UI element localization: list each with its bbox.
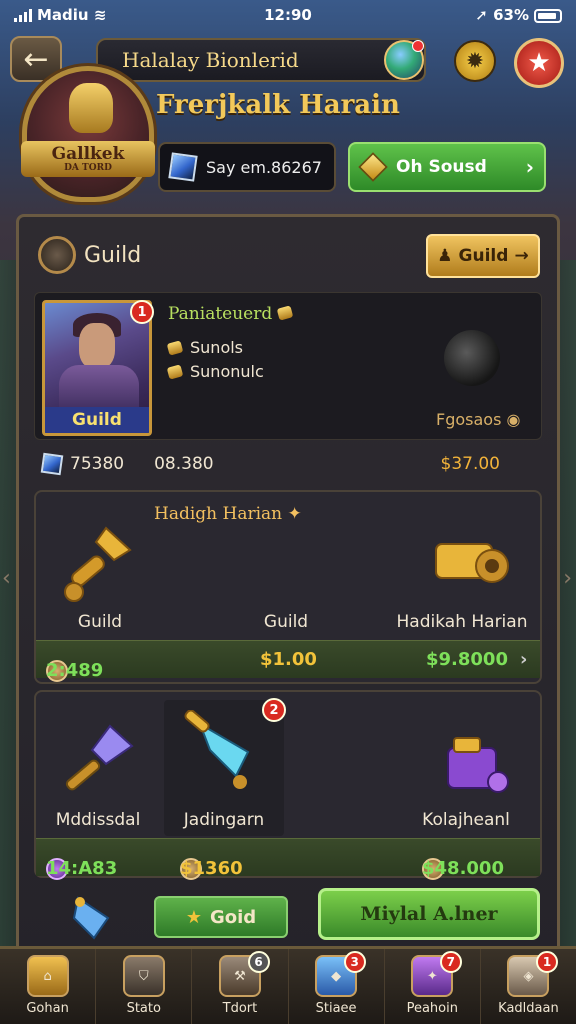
notification-dot: [412, 40, 424, 52]
sparkle-icon: ✦: [287, 504, 302, 524]
dark-orb-icon: [444, 330, 500, 386]
member-line-1: Sunols: [166, 338, 243, 357]
page-title-bar: Halalay Bionlerid: [96, 38, 426, 82]
golden-axe-icon: [64, 526, 132, 602]
item-badge: 2: [262, 698, 286, 722]
item-name-5: Jadingarn: [183, 810, 265, 830]
nav-badge: 3: [343, 951, 366, 973]
gold-gem-icon: [358, 152, 388, 182]
gear-icon: ✹: [465, 48, 485, 74]
nav-stats[interactable]: ⛉ Stato: [96, 949, 193, 1024]
portrait-badge: 1: [130, 300, 154, 324]
location-icon: ➚: [475, 6, 488, 24]
member-rank: Fgosaos ◉: [436, 410, 521, 429]
shield-icon: ⛉: [122, 955, 165, 997]
panel-title: Guild: [38, 236, 141, 274]
arrow-right-icon: →: [514, 246, 529, 266]
house-icon: ⌂: [26, 955, 69, 997]
portrait-label: Guild: [45, 407, 149, 433]
big-action-button[interactable]: Miylal A.lner: [318, 888, 540, 940]
helmet-icon: [69, 83, 113, 133]
price-bar-2[interactable]: 14:A83 $1360 $48.000: [36, 838, 540, 880]
nav-forge[interactable]: ⚒ 6 Tdort: [192, 949, 289, 1024]
member-line-2: Sunonulc: [166, 362, 264, 381]
search-field[interactable]: Say em.86267: [158, 142, 336, 192]
golden-cannon-icon: [435, 543, 509, 583]
nav-home[interactable]: ⌂ Gohan: [0, 949, 97, 1024]
section-title: Hadigh Harian ✦: [154, 504, 302, 524]
search-placeholder: Say em.86267: [206, 157, 322, 177]
crystal-sword-icon: [65, 724, 134, 791]
signal-icon: [14, 9, 32, 22]
item-name-6: Kolajheanl: [422, 810, 510, 830]
battery: ➚ 63%: [475, 6, 562, 24]
scroll-left-icon[interactable]: ‹: [2, 566, 11, 591]
gold-bar-icon: [166, 363, 184, 380]
nav-heroes[interactable]: ✦ 7 Peahoin: [385, 949, 481, 1024]
sound-button[interactable]: Oh Sousd ›: [348, 142, 546, 192]
blue-gem-icon: [168, 152, 198, 182]
guild-crest: Gallkek DA TORD: [21, 66, 155, 202]
back-arrow-icon: ←: [23, 41, 49, 77]
gold-bar-icon: [166, 339, 184, 356]
item-name-3: Hadikah Harian: [396, 612, 528, 632]
ice-dagger-icon: [184, 710, 250, 789]
blue-crystal-icon: [72, 896, 110, 940]
nav-shop[interactable]: ◆ 3 Stiaee: [289, 949, 385, 1024]
hero-name: Frerjkalk Harain: [156, 90, 400, 120]
status-bar: Madiu ≋ 12:90 ➚ 63%: [0, 0, 576, 30]
nav-badge: 7: [439, 951, 462, 973]
scroll-right-icon[interactable]: ›: [563, 566, 572, 591]
coin-icon: ◉: [506, 410, 521, 429]
nav-badge: 1: [536, 951, 559, 973]
small-guild-button[interactable]: ★ Goid: [154, 896, 288, 938]
person-icon: ♟: [437, 246, 453, 266]
guild-button[interactable]: ♟ Guild →: [426, 234, 540, 278]
star-icon: ★: [185, 906, 202, 928]
crest-ribbon: Gallkek DA TORD: [21, 141, 155, 177]
item-name-1: Guild: [77, 612, 123, 632]
blue-gem-icon: [40, 452, 64, 476]
nav-badge: 6: [247, 951, 270, 973]
gold-icon: [276, 305, 293, 321]
favorite-button[interactable]: ★: [514, 38, 564, 88]
member-name: Paniateuerd: [168, 304, 293, 324]
item-name-2: Guild: [263, 612, 309, 632]
nav-guild[interactable]: ◈ 1 Kadldaan: [481, 949, 576, 1024]
chevron-right-icon: ›: [520, 649, 528, 670]
chevron-right-icon: ›: [525, 155, 534, 179]
bottom-navigation: ⌂ Gohan ⛉ Stato ⚒ 6 Tdort ◆ 3 Stiaee ✦ 7…: [0, 946, 576, 1024]
member-stats: 75380 08.380 $37.00: [40, 452, 542, 476]
battery-icon: [534, 8, 562, 23]
item-name-4: Mddissdal: [55, 810, 141, 830]
gem-shop-button[interactable]: [384, 40, 424, 80]
guild-emblem-icon: [38, 236, 76, 274]
price-bar-1[interactable]: 2:489 $1.00 $9.8000 ›: [36, 640, 540, 682]
carrier: Madiu ≋: [14, 6, 106, 24]
star-icon: ★: [527, 48, 551, 78]
wifi-icon: ≋: [93, 6, 107, 24]
purple-chest-icon: [447, 737, 509, 793]
settings-button[interactable]: ✹: [454, 40, 496, 82]
